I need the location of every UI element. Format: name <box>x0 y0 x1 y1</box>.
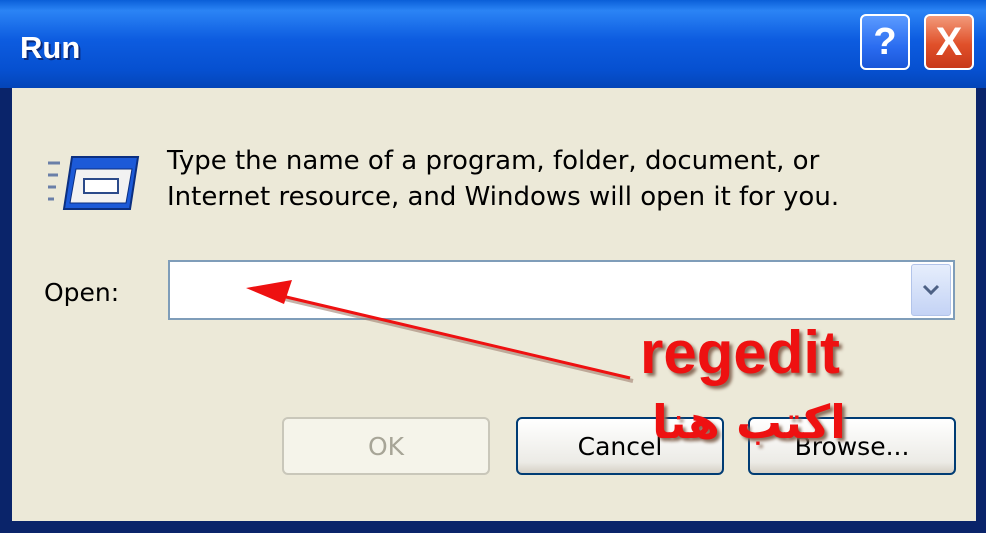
description-line-2: Internet resource, and Windows will open… <box>167 182 840 212</box>
title-bar[interactable]: Run ? X <box>0 0 986 88</box>
run-window-icon <box>48 156 140 210</box>
close-button[interactable]: X <box>924 14 974 70</box>
cancel-button[interactable]: Cancel <box>516 417 724 475</box>
description-line-1: Type the name of a program, folder, docu… <box>167 146 820 176</box>
window-title: Run <box>20 30 81 65</box>
dropdown-button[interactable] <box>911 264 951 316</box>
dialog-description: Type the name of a program, folder, docu… <box>167 143 927 215</box>
open-combobox[interactable] <box>168 260 955 320</box>
ok-button-label: OK <box>367 431 405 461</box>
browse-button-label: Browse... <box>794 431 910 461</box>
close-icon: X <box>935 19 963 64</box>
help-icon: ? <box>873 20 897 63</box>
ok-button[interactable]: OK <box>282 417 490 475</box>
run-dialog-window: Run ? X Type the name of a program, fold… <box>0 0 986 533</box>
open-input[interactable] <box>170 262 926 318</box>
dialog-body: Type the name of a program, folder, docu… <box>12 88 976 521</box>
open-label: Open: <box>44 278 120 307</box>
browse-button[interactable]: Browse... <box>748 417 956 475</box>
cancel-button-label: Cancel <box>577 431 663 461</box>
chevron-down-icon <box>922 284 940 296</box>
help-button[interactable]: ? <box>860 14 910 70</box>
